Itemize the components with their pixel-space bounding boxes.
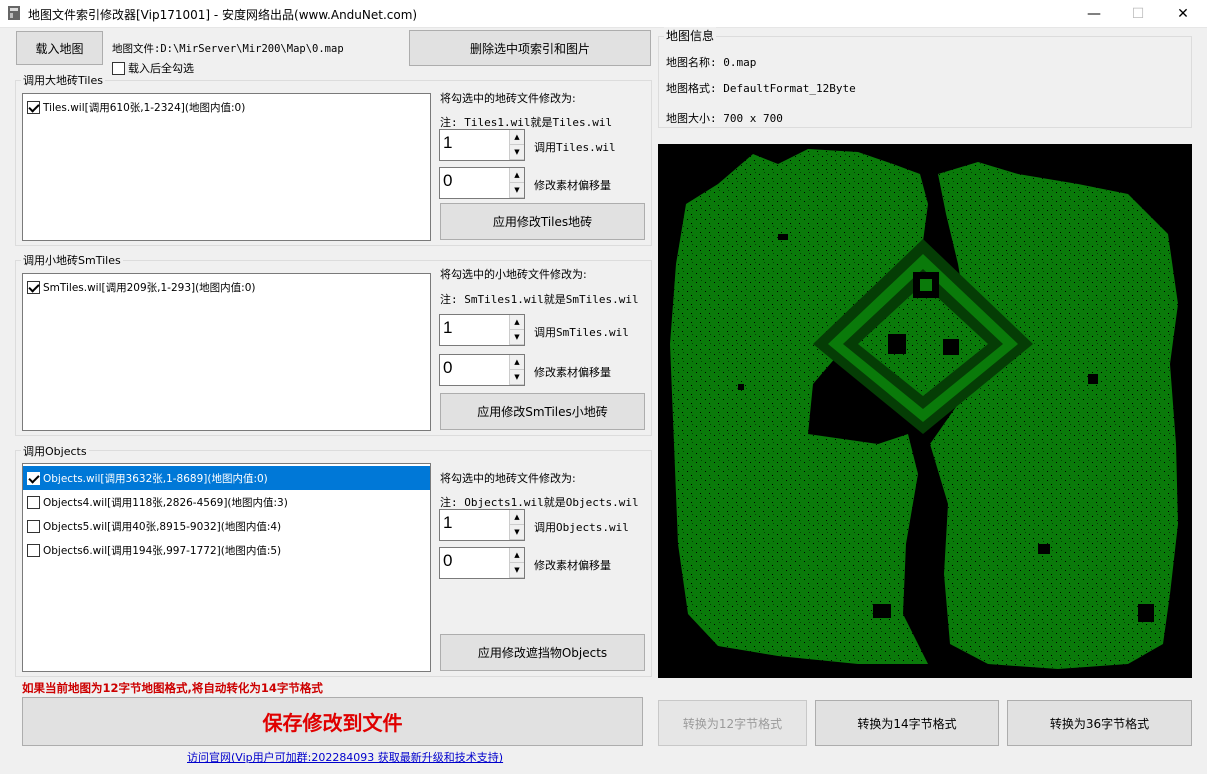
arrow-up-icon[interactable]: ▲ <box>510 130 524 145</box>
objects-offset-stepper[interactable]: 0 ▲ ▼ <box>439 547 525 579</box>
delete-selected-button[interactable]: 删除选中项索引和图片 <box>409 30 651 66</box>
objects-item-checkbox[interactable] <box>27 495 40 509</box>
convert-14byte-button[interactable]: 转换为14字节格式 <box>815 700 999 746</box>
map-file-path: 地图文件:D:\MirServer\Mir200\Map\0.map <box>112 43 344 55</box>
smtiles-change-to-label: 将勾选中的小地砖文件修改为: <box>440 268 587 281</box>
arrow-down-icon[interactable]: ▼ <box>510 525 524 540</box>
objects-group-title: 调用Objects <box>21 443 89 459</box>
list-item[interactable]: Objects6.wil[调用194张,997-1772](地图内值:5) <box>23 538 430 562</box>
objects-offset-value: 0 <box>443 551 453 570</box>
close-button[interactable]: ✕ <box>1160 0 1206 28</box>
objects-item-checkbox[interactable] <box>27 519 40 533</box>
list-item[interactable]: SmTiles.wil[调用209张,1-293](地图内值:0) <box>23 275 430 299</box>
map-info-title: 地图信息 <box>664 27 717 44</box>
arrow-up-icon[interactable]: ▲ <box>510 168 524 183</box>
select-all-checkbox[interactable]: 载入后全勾选 <box>112 60 194 76</box>
tiles-offset-value: 0 <box>443 171 453 190</box>
tiles-list[interactable]: Tiles.wil[调用610张,1-2324](地图内值:0) <box>22 93 431 241</box>
smtiles-list[interactable]: SmTiles.wil[调用209张,1-293](地图内值:0) <box>22 273 431 431</box>
objects-change-to-label: 将勾选中的地砖文件修改为: <box>440 472 576 485</box>
tiles-offset-stepper[interactable]: 0 ▲ ▼ <box>439 167 525 199</box>
title-bar: 地图文件索引修改器[Vip171001] - 安度网络出品(www.AnduNe… <box>0 0 1207 28</box>
website-link[interactable]: 访问官网(Vip用户可加群:202284093 获取最新升级和技术支持) <box>187 749 503 765</box>
arrow-down-icon[interactable]: ▼ <box>510 370 524 385</box>
list-item-label: Objects4.wil[调用118张,2826-4569](地图内值:3) <box>43 496 288 509</box>
list-item-label: Objects5.wil[调用40张,8915-9032](地图内值:4) <box>43 520 282 533</box>
tiles-change-to-label: 将勾选中的地砖文件修改为: <box>440 92 576 105</box>
convert-12byte-button[interactable]: 转换为12字节格式 <box>658 700 807 746</box>
tiles-index-stepper[interactable]: 1 ▲ ▼ <box>439 129 525 161</box>
smtiles-index-stepper[interactable]: 1 ▲ ▼ <box>439 314 525 346</box>
smtiles-offset-stepper[interactable]: 0 ▲ ▼ <box>439 354 525 386</box>
objects-list[interactable]: Objects.wil[调用3632张,1-8689](地图内值:0) Obje… <box>22 463 431 672</box>
apply-tiles-button[interactable]: 应用修改Tiles地砖 <box>440 203 645 240</box>
map-preview-image <box>670 149 1178 669</box>
map-name: 地图名称: 0.map <box>666 56 757 69</box>
map-preview[interactable] <box>658 144 1192 678</box>
map-left-land <box>670 149 928 664</box>
objects-item-checkbox[interactable] <box>27 471 40 485</box>
map-building <box>943 339 959 355</box>
smtiles-offset-label: 修改素材偏移量 <box>534 366 611 379</box>
arrow-up-icon[interactable]: ▲ <box>510 315 524 330</box>
objects-offset-label: 修改素材偏移量 <box>534 559 611 572</box>
arrow-down-icon[interactable]: ▼ <box>510 145 524 160</box>
arrow-up-icon[interactable]: ▲ <box>510 548 524 563</box>
objects-note: 注: Objects1.wil就是Objects.wil <box>440 496 639 509</box>
apply-objects-button[interactable]: 应用修改遮挡物Objects <box>440 634 645 671</box>
smtiles-group-title: 调用小地砖SmTiles <box>21 252 123 268</box>
tiles-item-checkbox[interactable] <box>27 100 40 114</box>
objects-index-value: 1 <box>443 513 453 532</box>
map-building <box>888 334 906 354</box>
objects-index-stepper[interactable]: 1 ▲ ▼ <box>439 509 525 541</box>
tiles-index-label: 调用Tiles.wil <box>534 141 616 154</box>
arrow-down-icon[interactable]: ▼ <box>510 563 524 578</box>
apply-smtiles-button[interactable]: 应用修改SmTiles小地砖 <box>440 393 645 430</box>
list-item[interactable]: Objects5.wil[调用40张,8915-9032](地图内值:4) <box>23 514 430 538</box>
smtiles-offset-value: 0 <box>443 358 453 377</box>
smtiles-item-checkbox[interactable] <box>27 280 40 294</box>
arrow-up-icon[interactable]: ▲ <box>510 355 524 370</box>
load-map-button[interactable]: 载入地图 <box>16 31 103 65</box>
select-all-label: 载入后全勾选 <box>128 62 194 75</box>
list-item-label: Tiles.wil[调用610张,1-2324](地图内值:0) <box>43 101 246 114</box>
smtiles-index-label: 调用SmTiles.wil <box>534 326 629 339</box>
list-item[interactable]: Objects4.wil[调用118张,2826-4569](地图内值:3) <box>23 490 430 514</box>
smtiles-note: 注: SmTiles1.wil就是SmTiles.wil <box>440 293 639 306</box>
arrow-down-icon[interactable]: ▼ <box>510 330 524 345</box>
list-item-label: Objects6.wil[调用194张,997-1772](地图内值:5) <box>43 544 282 557</box>
map-keep-court <box>920 279 932 291</box>
select-all-checkbox-box[interactable] <box>112 61 125 75</box>
convert-36byte-button[interactable]: 转换为36字节格式 <box>1007 700 1192 746</box>
objects-item-checkbox[interactable] <box>27 543 40 557</box>
map-right-land <box>930 162 1178 669</box>
tiles-note: 注: Tiles1.wil就是Tiles.wil <box>440 116 613 129</box>
app-icon <box>8 6 20 20</box>
minimize-button[interactable]: — <box>1071 0 1117 28</box>
maximize-button[interactable]: ☐ <box>1115 0 1161 28</box>
arrow-down-icon[interactable]: ▼ <box>510 183 524 198</box>
list-item-label: Objects.wil[调用3632张,1-8689](地图内值:0) <box>43 472 268 485</box>
tiles-group-title: 调用大地砖Tiles <box>21 72 105 88</box>
save-button[interactable]: 保存修改到文件 <box>22 697 643 746</box>
map-size: 地图大小: 700 x 700 <box>666 112 783 125</box>
tiles-offset-label: 修改素材偏移量 <box>534 179 611 192</box>
list-item[interactable]: Tiles.wil[调用610张,1-2324](地图内值:0) <box>23 95 430 119</box>
map-format: 地图格式: DefaultFormat_12Byte <box>666 82 856 95</box>
list-item[interactable]: Objects.wil[调用3632张,1-8689](地图内值:0) <box>23 466 430 490</box>
smtiles-index-value: 1 <box>443 318 453 337</box>
tiles-index-value: 1 <box>443 133 453 152</box>
window-title: 地图文件索引修改器[Vip171001] - 安度网络出品(www.AnduNe… <box>28 8 418 22</box>
list-item-label: SmTiles.wil[调用209张,1-293](地图内值:0) <box>43 281 256 294</box>
objects-index-label: 调用Objects.wil <box>534 521 629 534</box>
format-warning: 如果当前地图为12字节地图格式,将自动转化为14字节格式 <box>22 681 323 695</box>
arrow-up-icon[interactable]: ▲ <box>510 510 524 525</box>
